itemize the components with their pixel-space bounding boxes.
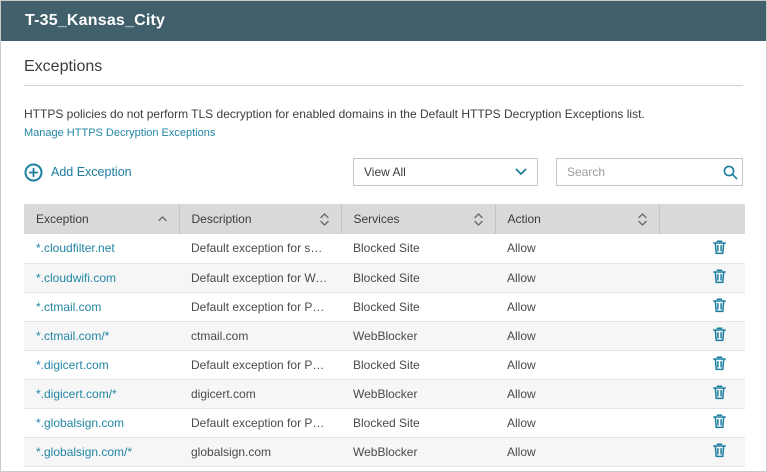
column-header-exception[interactable]: Exception: [24, 204, 179, 235]
sort-ascending-icon: [157, 216, 167, 222]
delete-button[interactable]: [712, 442, 727, 458]
action-cell: Allow: [495, 292, 659, 322]
trash-icon: [712, 413, 727, 429]
app-window: T-35_Kansas_City Exceptions HTTPS polici…: [0, 0, 767, 472]
services-cell: WebBlocker: [341, 321, 495, 351]
section-divider: [24, 85, 743, 86]
window-titlebar: T-35_Kansas_City: [1, 1, 766, 41]
plus-circle-icon: [24, 163, 43, 182]
column-header-services[interactable]: Services: [340, 204, 495, 235]
services-cell: Blocked Site: [341, 350, 495, 380]
trash-icon: [712, 326, 727, 342]
delete-button[interactable]: [712, 297, 727, 313]
description-cell: ctmail.com: [179, 321, 341, 351]
trash-icon: [712, 442, 727, 458]
services-cell: Blocked Site: [341, 234, 495, 264]
trash-icon: [712, 297, 727, 313]
exception-link[interactable]: *.cloudfilter.net: [36, 241, 115, 255]
toolbar: Add Exception View All: [24, 158, 743, 187]
action-cell: Allow: [495, 350, 659, 380]
description-cell: Default exception for Pan...: [179, 292, 341, 322]
view-filter-value: View All: [364, 165, 406, 180]
column-header-actions: [658, 204, 745, 235]
description-cell: Default exception for spa...: [179, 234, 341, 264]
table-row: *.ctmail.com Default exception for Pan...…: [24, 292, 745, 322]
services-cell: WebBlocker: [341, 379, 495, 409]
page-title: T-35_Kansas_City: [25, 12, 166, 29]
delete-button[interactable]: [712, 326, 727, 342]
view-filter-select[interactable]: View All: [353, 158, 538, 187]
exception-link[interactable]: *.globalsign.com: [36, 416, 124, 430]
delete-button[interactable]: [712, 413, 727, 429]
sort-icon: [637, 212, 647, 226]
trash-icon: [712, 268, 727, 284]
table-row: *.globalsign.com Default exception for Pa…: [24, 408, 745, 438]
delete-button[interactable]: [712, 355, 727, 371]
sort-icon: [473, 212, 483, 226]
table-row: *.digicert.com/* digicert.com WebBlocker Al…: [24, 379, 745, 409]
description-cell: Default exception for Pan...: [179, 408, 341, 438]
add-exception-label: Add Exception: [51, 165, 132, 180]
action-cell: Allow: [495, 321, 659, 351]
column-label: Action: [507, 212, 541, 227]
exception-link[interactable]: *.globalsign.com/*: [36, 445, 132, 459]
delete-button[interactable]: [712, 268, 727, 284]
description-cell: Default exception for Wat...: [179, 263, 341, 293]
services-cell: Blocked Site: [341, 408, 495, 438]
exception-link[interactable]: *.digicert.com: [36, 358, 109, 372]
search-icon[interactable]: [722, 164, 739, 181]
column-label: Services: [353, 212, 400, 227]
description-cell: globalsign.com: [179, 437, 341, 467]
delete-button[interactable]: [712, 384, 727, 400]
description-cell: digicert.com: [179, 379, 341, 409]
table-row: *.cloudwifi.com Default exception for Wat…: [24, 263, 745, 293]
add-exception-button[interactable]: Add Exception: [24, 163, 132, 182]
column-header-description[interactable]: Description: [178, 204, 341, 235]
section-title: Exceptions: [24, 58, 103, 75]
services-cell: Blocked Site: [341, 292, 495, 322]
table-row: *.digicert.com Default exception for Pan.…: [24, 350, 745, 380]
action-cell: Allow: [495, 437, 659, 467]
trash-icon: [712, 384, 727, 400]
trash-icon: [712, 355, 727, 371]
exception-link[interactable]: *.ctmail.com: [36, 300, 101, 314]
table-row: *.ctmail.com/* ctmail.com WebBlocker Allow: [24, 321, 745, 351]
services-cell: Blocked Site: [341, 263, 495, 293]
manage-exceptions-link[interactable]: Manage HTTPS Decryption Exceptions: [24, 127, 215, 139]
action-cell: Allow: [495, 234, 659, 264]
search-box: [556, 158, 743, 187]
action-cell: Allow: [495, 263, 659, 293]
column-label: Exception: [36, 212, 89, 227]
main-content: Exceptions HTTPS policies do not perform…: [1, 58, 766, 467]
chevron-down-icon: [515, 168, 527, 176]
sort-icon: [319, 212, 329, 226]
exception-link[interactable]: *.digicert.com/*: [36, 387, 117, 401]
column-label: Description: [191, 212, 252, 227]
search-input[interactable]: [567, 165, 722, 180]
description-text: HTTPS policies do not perform TLS decryp…: [24, 107, 645, 121]
description-cell: Default exception for Pan...: [179, 350, 341, 380]
delete-button[interactable]: [712, 239, 727, 255]
exception-link[interactable]: *.ctmail.com/*: [36, 329, 109, 343]
table-header: Exception Description Services Action: [24, 204, 745, 235]
table-row: *.globalsign.com/* globalsign.com WebBlock…: [24, 437, 745, 467]
services-cell: WebBlocker: [341, 437, 495, 467]
table-row: *.cloudfilter.net Default exception for s…: [24, 234, 745, 264]
column-header-action[interactable]: Action: [494, 204, 659, 235]
exceptions-table: Exception Description Services Action *.clo…: [24, 204, 745, 467]
action-cell: Allow: [495, 408, 659, 438]
action-cell: Allow: [495, 379, 659, 409]
trash-icon: [712, 239, 727, 255]
exception-link[interactable]: *.cloudwifi.com: [36, 271, 116, 285]
